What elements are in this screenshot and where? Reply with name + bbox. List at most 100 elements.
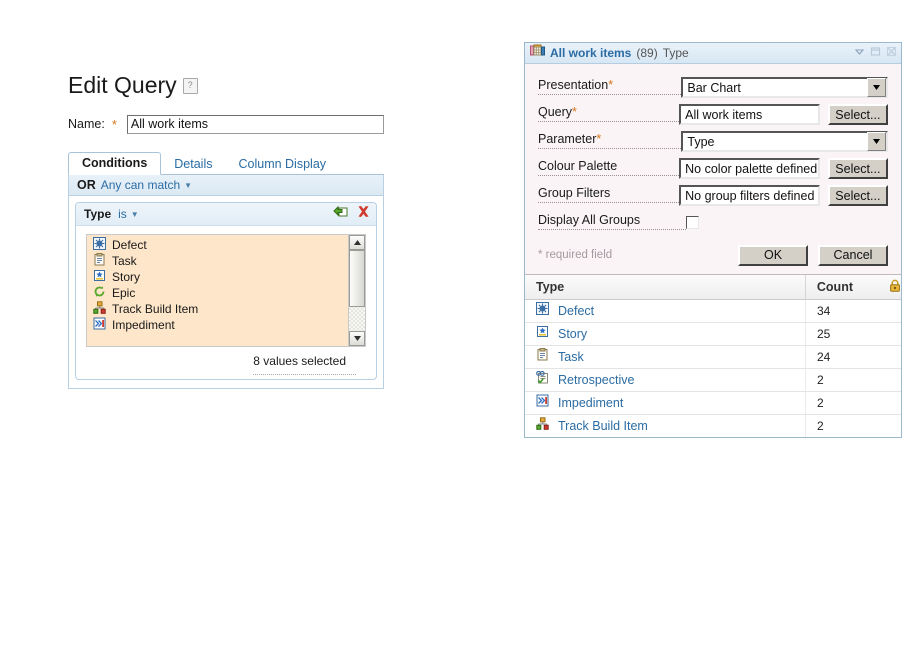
task-icon [93, 253, 106, 269]
table-cell-type[interactable]: Task [558, 350, 584, 364]
dialog-parameter-label: Type [662, 46, 689, 60]
ok-button[interactable]: OK [738, 244, 808, 266]
condition-field-label: Type [84, 207, 112, 221]
parameter-select[interactable]: Type [681, 131, 888, 152]
column-header-type[interactable]: Type [525, 275, 806, 299]
defect-icon [536, 302, 549, 320]
list-item[interactable]: Defect [90, 237, 348, 253]
maximize-icon[interactable] [886, 44, 897, 62]
results-table: Type Count Defect 34 Story 25 Task 24 Re… [525, 274, 901, 437]
story-icon [93, 269, 106, 285]
table-cell-count: 25 [817, 327, 831, 341]
value-list: Defect Task Story Epic Track Build Item … [87, 235, 348, 346]
scroll-down-button[interactable] [349, 331, 365, 346]
colour-palette-value[interactable]: No color palette defined [679, 158, 820, 179]
chevron-down-icon[interactable] [854, 44, 865, 62]
copy-condition-icon[interactable] [333, 205, 348, 223]
name-label: Name: [68, 117, 105, 131]
list-item-label: Impediment [112, 318, 175, 332]
retrospective-icon [536, 370, 549, 389]
query-row: Query* All work items Select... [538, 101, 888, 128]
table-cell-type[interactable]: Defect [558, 304, 594, 318]
match-operator: OR [77, 178, 96, 192]
display-all-groups-row: Display All Groups [538, 209, 888, 236]
colour-palette-label: Colour Palette [538, 158, 680, 176]
display-all-groups-label: Display All Groups [538, 212, 686, 230]
table-row[interactable]: Defect 34 [525, 300, 901, 323]
list-item[interactable]: Epic [90, 285, 348, 301]
epic-icon [93, 285, 106, 301]
condition-operator[interactable]: is [118, 207, 127, 221]
scrollbar-track[interactable] [349, 250, 365, 331]
group-filters-label: Group Filters [538, 185, 680, 203]
condition-header: Type is ▼ [76, 203, 376, 226]
dialog-window-controls [854, 44, 897, 62]
condition-row: Type is ▼ Defect Task Story Epic Track B… [75, 202, 377, 380]
task-icon [536, 348, 549, 366]
lock-icon [889, 279, 901, 295]
table-row[interactable]: Impediment 2 [525, 392, 901, 415]
chevron-down-icon[interactable] [867, 132, 886, 151]
presentation-select[interactable]: Bar Chart [681, 77, 888, 98]
list-item[interactable]: Track Build Item [90, 301, 348, 317]
tab-details[interactable]: Details [161, 154, 225, 175]
table-row[interactable]: Retrospective 2 [525, 369, 901, 392]
bar-chart-report-icon [530, 44, 545, 62]
dialog-count: (89) [636, 46, 658, 60]
table-cell-type[interactable]: Retrospective [558, 373, 634, 387]
dialog-buttons: OK Cancel [738, 244, 888, 266]
scroll-up-button[interactable] [349, 235, 365, 250]
dialog-form: Presentation* Bar Chart Query* All work … [525, 64, 901, 274]
value-list-scrollbar[interactable] [348, 235, 365, 346]
required-field-note: * required field [538, 249, 613, 261]
story-icon [536, 325, 549, 343]
parameter-row: Parameter* Type [538, 128, 888, 155]
parameter-label: Parameter* [538, 131, 682, 149]
match-mode-bar[interactable]: OR Any can match ▼ [68, 175, 384, 196]
colour-palette-row: Colour Palette No color palette defined … [538, 155, 888, 182]
list-item[interactable]: Impediment [90, 317, 348, 333]
screen: Edit Query ? Name: * Conditions Details … [0, 0, 922, 667]
list-item-label: Track Build Item [112, 302, 199, 316]
cancel-button[interactable]: Cancel [818, 244, 888, 266]
table-row[interactable]: Task 24 [525, 346, 901, 369]
table-cell-type[interactable]: Impediment [558, 396, 623, 410]
table-cell-type[interactable]: Story [558, 327, 587, 341]
presentation-row: Presentation* Bar Chart [538, 74, 888, 101]
query-select-button[interactable]: Select... [827, 104, 888, 125]
dialog-title: All work items [550, 46, 632, 60]
tab-column-display[interactable]: Column Display [225, 154, 339, 175]
list-item[interactable]: Task [90, 253, 348, 269]
scrollbar-thumb[interactable] [349, 250, 365, 307]
query-value[interactable]: All work items [679, 104, 820, 125]
name-input[interactable] [126, 114, 384, 134]
group-filters-select-button[interactable]: Select... [827, 185, 888, 206]
track-build-item-icon [93, 301, 106, 317]
table-cell-type[interactable]: Track Build Item [558, 419, 648, 433]
list-item-label: Defect [112, 238, 147, 252]
name-required-star: * [111, 116, 117, 132]
tab-conditions[interactable]: Conditions [68, 152, 162, 175]
column-header-count[interactable]: Count [806, 279, 901, 295]
selected-values-note[interactable]: 8 values selected [253, 347, 356, 375]
report-dialog: All work items (89) Type Presentation* B… [524, 42, 902, 438]
table-cell-count: 34 [817, 304, 831, 318]
tab-bar: Conditions Details Column Display [68, 151, 384, 175]
colour-palette-select-button[interactable]: Select... [827, 158, 888, 179]
help-icon[interactable]: ? [182, 78, 198, 94]
table-cell-count: 2 [817, 373, 824, 387]
chevron-down-icon[interactable] [867, 78, 886, 97]
query-label: Query* [538, 104, 680, 122]
restore-icon[interactable] [870, 44, 881, 62]
page-title: Edit Query [68, 72, 177, 98]
list-item[interactable]: Story [90, 269, 348, 285]
page-title-row: Edit Query ? [68, 72, 384, 98]
table-row[interactable]: Track Build Item 2 [525, 415, 901, 437]
list-item-label: Task [112, 254, 137, 268]
value-listbox[interactable]: Defect Task Story Epic Track Build Item … [86, 234, 366, 347]
display-all-groups-checkbox[interactable] [686, 216, 699, 229]
table-row[interactable]: Story 25 [525, 323, 901, 346]
parameter-value: Type [687, 134, 715, 149]
delete-condition-icon[interactable] [357, 205, 370, 223]
group-filters-value[interactable]: No group filters defined [679, 185, 820, 206]
